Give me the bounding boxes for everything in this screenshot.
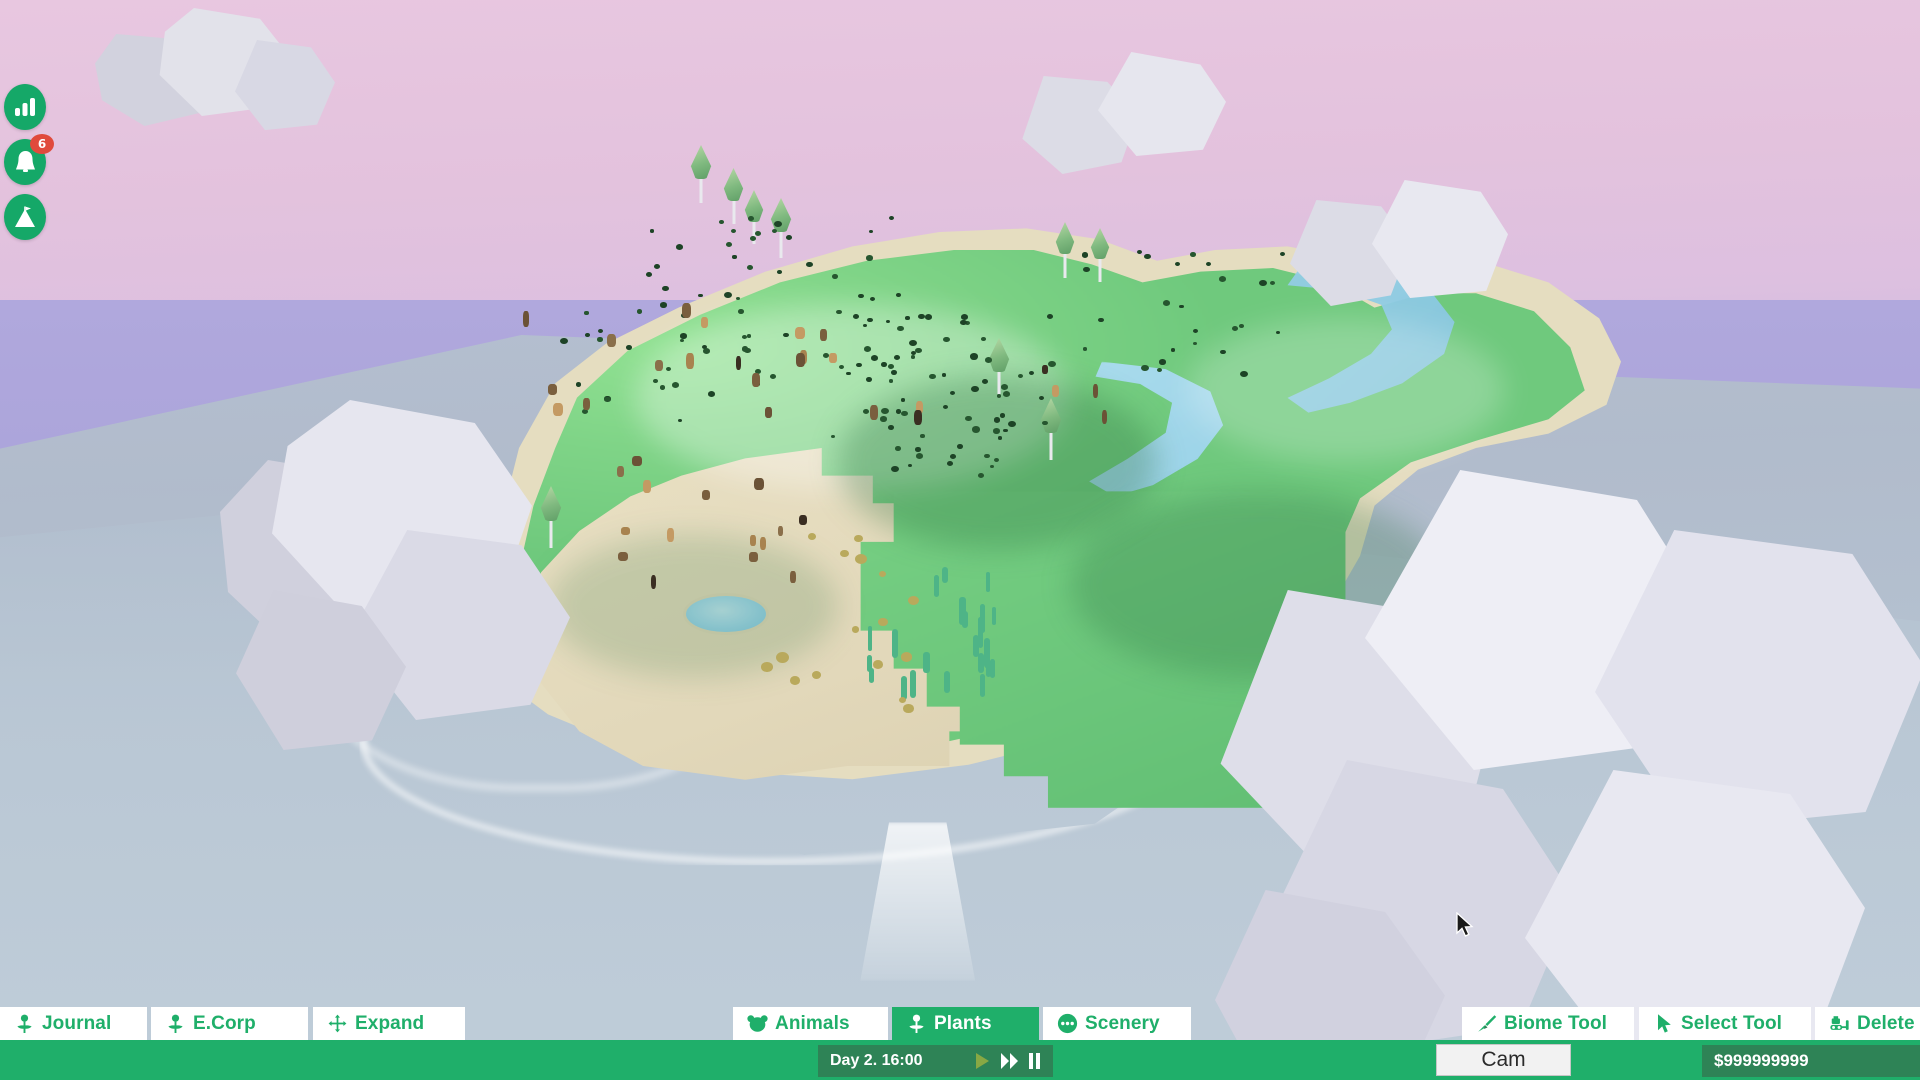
rock-cluster-left <box>220 400 640 760</box>
notification-badge: 6 <box>30 134 54 154</box>
camera-button[interactable]: Cam <box>1436 1044 1571 1076</box>
inland-lake <box>685 595 766 632</box>
day-time-label: Day 2. 16:00 <box>830 1052 923 1069</box>
money-display: $999999999 <box>1702 1045 1920 1077</box>
flag-mountain-icon <box>15 206 35 227</box>
camera-button-label: Cam <box>1481 1048 1526 1071</box>
rock-cluster-top-right <box>1290 180 1510 330</box>
rock-cluster-right <box>1215 470 1920 1080</box>
time-control-panel[interactable]: Day 2. 16:00 <box>818 1045 1053 1077</box>
money-value: $999999999 <box>1714 1051 1809 1070</box>
bar-chart-icon <box>15 98 35 116</box>
hud-icon-rail[interactable]: 6 <box>4 84 54 249</box>
bell-icon <box>15 151 35 172</box>
fast-forward-button[interactable] <box>1000 1052 1019 1070</box>
notifications-icon[interactable]: 6 <box>4 134 54 185</box>
bottom-toolbar <box>0 1007 1920 1040</box>
rock-cluster-top-left <box>95 8 335 140</box>
rock-cluster-top-center <box>1020 52 1240 182</box>
game-viewport[interactable]: 6 Journal E.Corp Expand Animals Plants S… <box>0 0 1920 1080</box>
goals-icon[interactable] <box>4 194 46 240</box>
play-button[interactable] <box>974 1052 991 1070</box>
pause-button[interactable] <box>1028 1052 1041 1070</box>
statistics-icon[interactable] <box>4 84 46 130</box>
time-speed-controls[interactable] <box>974 1052 1041 1070</box>
